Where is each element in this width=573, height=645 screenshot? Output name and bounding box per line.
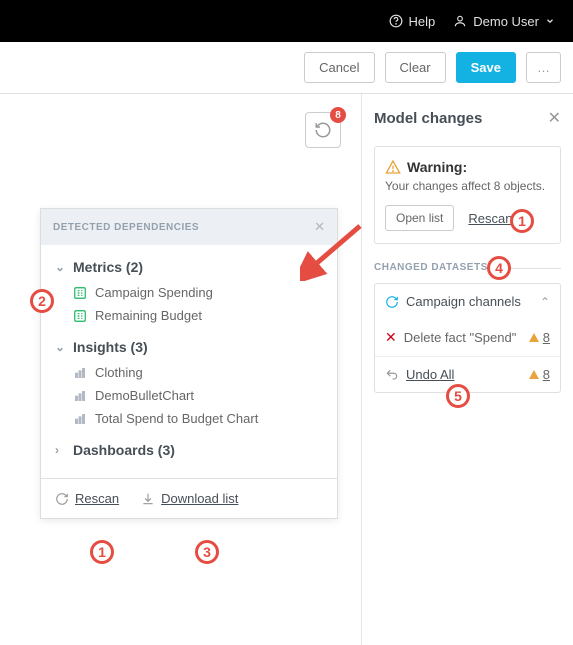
refresh-icon xyxy=(385,295,399,309)
dashboards-group-header[interactable]: › Dashboards (3) xyxy=(55,442,323,458)
metric-icon xyxy=(73,309,87,323)
rescan-label: Rescan xyxy=(75,491,119,506)
dataset-box: Campaign channels ⌃ ✕ Delete fact "Spend… xyxy=(374,283,561,393)
clear-button[interactable]: Clear xyxy=(385,52,446,83)
refresh-icon xyxy=(55,492,69,506)
chevron-right-icon: › xyxy=(55,443,67,457)
change-text: Delete fact "Spend" xyxy=(404,330,517,345)
dataset-header[interactable]: Campaign channels ⌃ xyxy=(375,284,560,319)
model-changes-panel: Model changes ✕ Warning: Your changes af… xyxy=(361,94,573,645)
chart-icon xyxy=(73,389,87,403)
changed-datasets-label: CHANGED DATASETS xyxy=(374,262,561,273)
insight-name: Clothing xyxy=(95,365,143,380)
insight-item[interactable]: Total Spend to Budget Chart xyxy=(55,407,323,430)
callout-3: 3 xyxy=(195,540,219,564)
help-link[interactable]: Help xyxy=(389,14,436,29)
insight-name: DemoBulletChart xyxy=(95,388,194,403)
dataset-name: Campaign channels xyxy=(406,294,521,309)
warning-icon xyxy=(385,159,401,175)
dashboards-label: Dashboards (3) xyxy=(73,442,175,458)
more-button[interactable]: … xyxy=(526,52,561,83)
chevron-down-icon: ⌄ xyxy=(55,260,67,274)
app-topbar: Help Demo User xyxy=(0,0,573,42)
undo-badge: 8 xyxy=(330,107,346,123)
undo-box[interactable]: 8 xyxy=(305,112,341,148)
undo-all-link[interactable]: Undo All xyxy=(406,367,454,382)
insight-item[interactable]: DemoBulletChart xyxy=(55,384,323,407)
chart-icon xyxy=(73,412,87,426)
chevron-up-icon: ⌃ xyxy=(540,295,550,309)
user-menu[interactable]: Demo User xyxy=(453,14,555,29)
metric-name: Campaign Spending xyxy=(95,285,213,300)
callout-4: 4 xyxy=(487,256,511,280)
download-label: Download list xyxy=(161,491,238,506)
arrow-annotation xyxy=(300,221,370,281)
dependencies-title: DETECTED DEPENDENCIES xyxy=(53,222,199,233)
rescan-link[interactable]: Rescan xyxy=(468,211,512,226)
help-label: Help xyxy=(409,14,436,29)
save-button[interactable]: Save xyxy=(456,52,516,83)
close-icon[interactable]: ✕ xyxy=(548,108,561,128)
action-bar: Cancel Clear Save … xyxy=(0,42,573,94)
download-list-link[interactable]: Download list xyxy=(141,491,238,506)
metrics-label: Metrics (2) xyxy=(73,259,143,275)
insight-name: Total Spend to Budget Chart xyxy=(95,411,258,426)
user-label: Demo User xyxy=(473,14,539,29)
warning-box: Warning: Your changes affect 8 objects. … xyxy=(374,146,561,244)
warning-title: Warning: xyxy=(407,159,467,175)
undo-count[interactable]: 8 xyxy=(543,367,550,382)
metrics-group-header[interactable]: ⌄ Metrics (2) xyxy=(55,259,323,275)
warning-triangle-icon xyxy=(529,370,539,379)
insight-item[interactable]: Clothing xyxy=(55,361,323,384)
chart-icon xyxy=(73,366,87,380)
callout-2: 2 xyxy=(30,289,54,313)
callout-5: 5 xyxy=(446,384,470,408)
chevron-down-icon xyxy=(545,16,555,26)
warning-triangle-icon xyxy=(529,333,539,342)
dependencies-panel: DETECTED DEPENDENCIES ✕ ⌄ Metrics (2) Ca… xyxy=(40,208,338,519)
cancel-button[interactable]: Cancel xyxy=(304,52,374,83)
insights-group-header[interactable]: ⌄ Insights (3) xyxy=(55,339,323,355)
metric-name: Remaining Budget xyxy=(95,308,202,323)
open-list-button[interactable]: Open list xyxy=(385,205,454,231)
help-icon xyxy=(389,14,403,28)
dataset-change-row: ✕ Delete fact "Spend" 8 xyxy=(375,319,560,356)
user-icon xyxy=(453,14,467,28)
metric-item[interactable]: Remaining Budget xyxy=(55,304,323,327)
callout-1: 1 xyxy=(510,209,534,233)
panel-title: Model changes xyxy=(374,110,482,127)
metric-icon xyxy=(73,286,87,300)
metric-item[interactable]: Campaign Spending xyxy=(55,281,323,304)
undo-icon xyxy=(385,368,399,382)
undo-icon xyxy=(314,121,332,139)
dataset-footer: Undo All 8 xyxy=(375,356,560,392)
delete-icon: ✕ xyxy=(385,329,397,346)
chevron-down-icon: ⌄ xyxy=(55,340,67,354)
callout-1b: 1 xyxy=(90,540,114,564)
rescan-link-footer[interactable]: Rescan xyxy=(55,491,119,506)
download-icon xyxy=(141,492,155,506)
change-count[interactable]: 8 xyxy=(543,330,550,345)
warning-text: Your changes affect 8 objects. xyxy=(385,179,550,193)
insights-label: Insights (3) xyxy=(73,339,148,355)
dependencies-footer: Rescan Download list xyxy=(41,478,337,518)
